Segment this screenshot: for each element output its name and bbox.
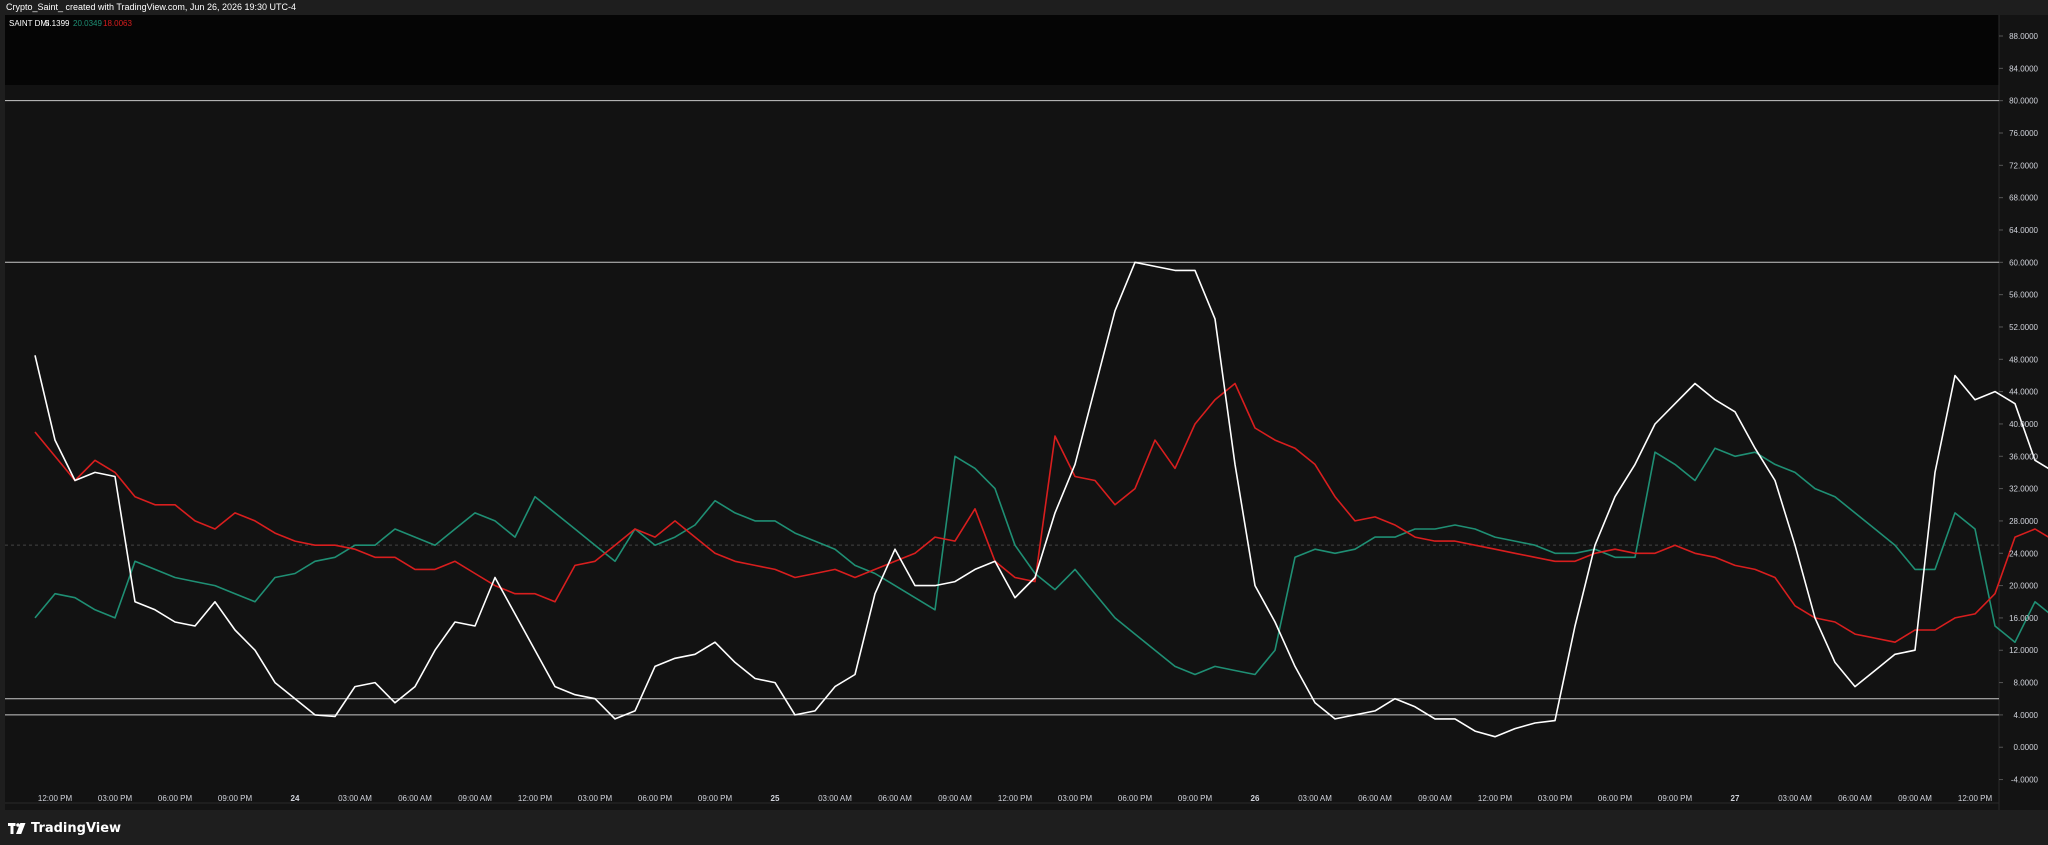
legend-name: SAINT DMI xyxy=(9,19,49,28)
plot-area-top-band xyxy=(5,15,1999,85)
price-tick-label: 28.0000 xyxy=(2009,517,2038,526)
time-tick-label: 06:00 AM xyxy=(1838,794,1872,803)
time-tick-label: 06:00 PM xyxy=(1598,794,1633,803)
footer-bar: TradingView xyxy=(0,810,2048,845)
time-tick-label: 06:00 AM xyxy=(1358,794,1392,803)
chart-pane[interactable]: 88.0000 84.0000 80.0000 76.0000 72.0000 68.00… xyxy=(5,15,2048,810)
time-tick-label: 09:00 PM xyxy=(218,794,253,803)
time-tick-label: 03:00 AM xyxy=(338,794,372,803)
price-tick-label: 68.0000 xyxy=(2009,194,2038,203)
legend-plus-di-value: 20.0349 xyxy=(73,19,102,28)
price-tick-label: 16.0000 xyxy=(2009,614,2038,623)
price-tick-label: -4.0000 xyxy=(2011,776,2039,785)
dmi-chart[interactable]: 88.0000 84.0000 80.0000 76.0000 72.0000 68.00… xyxy=(5,15,2048,810)
time-tick-label: 09:00 AM xyxy=(458,794,492,803)
price-tick-label: 40.0000 xyxy=(2009,420,2038,429)
time-tick-label: 03:00 AM xyxy=(1778,794,1812,803)
price-tick-label: 36.0000 xyxy=(2009,452,2038,461)
price-tick-label: 72.0000 xyxy=(2009,161,2038,170)
plot-area xyxy=(5,85,1999,803)
time-tick-label: 06:00 AM xyxy=(398,794,432,803)
time-tick-label: 03:00 AM xyxy=(818,794,852,803)
time-tick-label: 03:00 PM xyxy=(578,794,613,803)
time-tick-label: 09:00 AM xyxy=(1898,794,1932,803)
price-tick-label: 44.0000 xyxy=(2009,388,2038,397)
tradingview-logo[interactable]: TradingView xyxy=(8,821,121,836)
price-tick-label: 52.0000 xyxy=(2009,323,2038,332)
time-tick-label: 06:00 PM xyxy=(1118,794,1153,803)
time-tick-label: 09:00 PM xyxy=(1658,794,1693,803)
price-axis[interactable]: 88.0000 84.0000 80.0000 76.0000 72.0000 68.00… xyxy=(1999,32,2039,785)
time-tick-label: 09:00 AM xyxy=(938,794,972,803)
price-tick-label: 48.0000 xyxy=(2009,355,2038,364)
time-tick-label: 12:00 PM xyxy=(1478,794,1513,803)
time-tick-label: 12:00 PM xyxy=(38,794,73,803)
time-tick-label: 27 xyxy=(1731,794,1740,803)
price-tick-label: 64.0000 xyxy=(2009,226,2038,235)
time-tick-label: 03:00 PM xyxy=(1538,794,1573,803)
time-tick-label: 03:00 PM xyxy=(1058,794,1093,803)
legend-adx-value: 5.1399 xyxy=(45,19,70,28)
price-tick-label: 8.0000 xyxy=(2014,679,2039,688)
price-tick-label: 12.0000 xyxy=(2009,646,2038,655)
time-tick-label: 06:00 PM xyxy=(638,794,673,803)
time-tick-label: 12:00 PM xyxy=(1958,794,1993,803)
time-tick-label: 03:00 PM xyxy=(98,794,133,803)
time-tick-label: 06:00 AM xyxy=(878,794,912,803)
price-tick-label: 0.0000 xyxy=(2014,743,2039,752)
price-tick-label: 20.0000 xyxy=(2009,582,2038,591)
time-tick-label: 06:00 PM xyxy=(158,794,193,803)
tradingview-wordmark: TradingView xyxy=(31,821,122,836)
legend-minus-di-value: 18.0063 xyxy=(103,19,132,28)
price-tick-label: 56.0000 xyxy=(2009,291,2038,300)
time-tick-label: 26 xyxy=(1251,794,1260,803)
price-tick-label: 84.0000 xyxy=(2009,64,2038,73)
time-tick-label: 09:00 AM xyxy=(1418,794,1452,803)
chart-caption: Crypto_Saint_ created with TradingView.c… xyxy=(6,2,296,12)
price-tick-label: 76.0000 xyxy=(2009,129,2038,138)
time-tick-label: 12:00 PM xyxy=(998,794,1033,803)
price-tick-label: 32.0000 xyxy=(2009,485,2038,494)
price-tick-label: 88.0000 xyxy=(2009,32,2038,41)
time-tick-label: 25 xyxy=(771,794,780,803)
price-tick-label: 60.0000 xyxy=(2009,258,2038,267)
tradingview-logo-icon xyxy=(8,823,26,834)
time-tick-label: 09:00 PM xyxy=(698,794,733,803)
price-tick-label: 24.0000 xyxy=(2009,549,2038,558)
price-tick-label: 80.0000 xyxy=(2009,97,2038,106)
time-tick-label: 03:00 AM xyxy=(1298,794,1332,803)
price-tick-label: 4.0000 xyxy=(2014,711,2039,720)
time-tick-label: 24 xyxy=(291,794,300,803)
chart-caption-bar: Crypto_Saint_ created with TradingView.c… xyxy=(0,0,2048,15)
time-tick-label: 09:00 PM xyxy=(1178,794,1213,803)
time-tick-label: 12:00 PM xyxy=(518,794,553,803)
